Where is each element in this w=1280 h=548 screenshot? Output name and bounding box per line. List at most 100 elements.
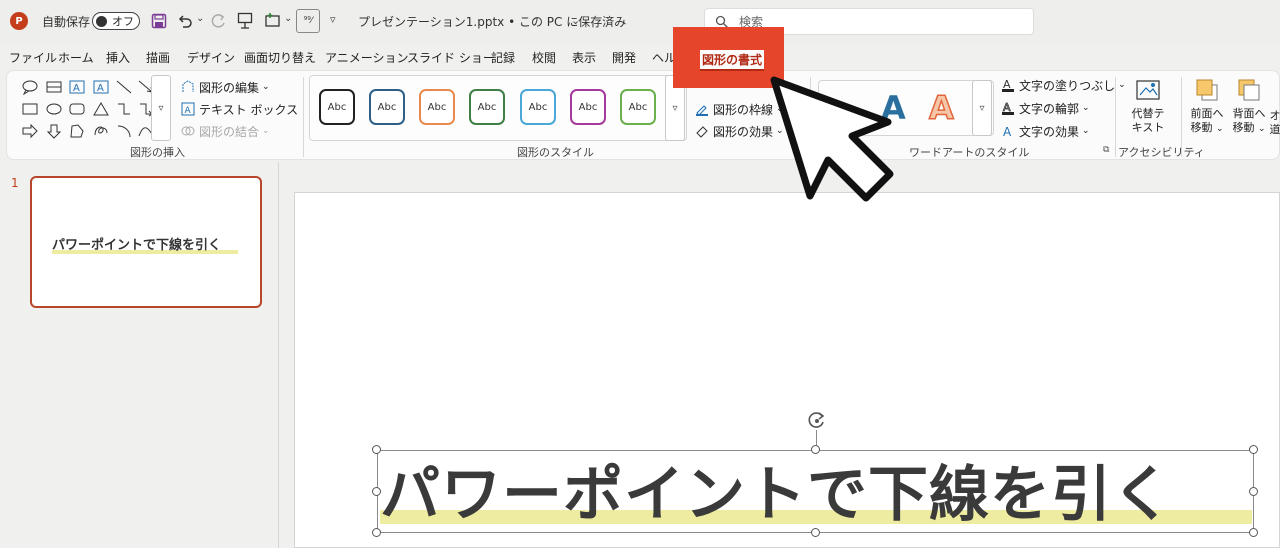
resize-handle-top-center[interactable] [811,445,820,454]
resize-handle-top-left[interactable] [372,445,381,454]
resize-handle-bottom-center[interactable] [811,528,820,537]
shape-style-4[interactable]: Abc [469,89,505,125]
redo-icon[interactable] [211,13,227,29]
alt-text-label-1: 代替テ [1131,107,1165,120]
shape-style-sample: Abc [377,101,397,113]
shape-style-sample: Abc [327,101,347,113]
text-outline-label: 文字の輪郭 [1019,101,1080,116]
resize-handle-bottom-left[interactable] [372,528,381,537]
tab-draw[interactable]: 描画 [146,46,170,70]
powerpoint-logo-icon: P [10,12,28,30]
group-label-insert-shapes: 図形の挿入 [130,146,185,159]
shape-style-1[interactable]: Abc [319,89,355,125]
autosave-toggle[interactable]: オフ [92,12,140,30]
resize-handle-bottom-right[interactable] [1249,528,1258,537]
file-chevron-icon[interactable]: ⌄ [571,14,580,27]
undo-icon[interactable] [177,13,193,29]
shape-style-6[interactable]: Abc [570,89,606,125]
tab-file[interactable]: ファイル [9,46,57,70]
svg-text:A: A [1003,125,1012,138]
text-fill-icon: A [1002,78,1014,92]
spelling-icon[interactable]: ⁹⁹⁄ [296,9,320,33]
oval-shape-icon[interactable] [45,101,63,117]
tab-shape-format[interactable]: 図形の書式 [700,50,765,71]
tab-developer[interactable]: 開発 [612,46,636,70]
resize-handle-top-right[interactable] [1249,445,1258,454]
text-box-label: テキスト ボックス [199,102,299,117]
tab-view[interactable]: 表示 [572,46,596,70]
wordart-dialog-launcher-icon[interactable]: ⧉ [1103,145,1109,155]
down-arrow-shape-icon[interactable] [45,123,63,139]
tab-insert[interactable]: 挿入 [106,46,130,70]
save-icon[interactable] [151,13,167,29]
merge-shapes-label: 図形の結合 [199,124,260,139]
arc-shape-icon[interactable] [115,123,133,139]
insert-dropdown-icon[interactable]: ⌄ [284,13,292,24]
shape-style-sample: Abc [427,101,447,113]
text-fill-dropdown-icon: ⌄ [1118,80,1126,90]
bring-forward-button[interactable]: 前面へ 移動 ⌄ [1189,77,1225,136]
file-name[interactable]: プレゼンテーション1.pptx • この PC に保存済み [358,10,626,32]
right-arrow-shape-icon[interactable] [21,123,39,139]
title-bar: P 自動保存 オフ ⌄ ⌄ ⁹⁹⁄ ▿ プレゼンテーション1.pptx • この… [0,0,1280,44]
wordart-more-button[interactable]: ▿ [972,80,992,136]
group-separator [1115,77,1116,157]
selected-textbox-frame[interactable] [377,450,1254,533]
freeform-shape-icon[interactable] [68,123,86,139]
rounded-rectangle-shape-icon[interactable] [68,101,86,117]
tab-home[interactable]: ホーム [58,46,94,70]
group-separator [1181,77,1182,157]
svg-text:A: A [73,83,80,94]
text-box-button[interactable]: A テキスト ボックス ⌄ [181,99,322,119]
text-outline-icon: A [1002,101,1014,115]
tab-record[interactable]: 記録 [491,46,515,70]
tab-transitions[interactable]: 画面切り替え [244,46,316,70]
send-backward-icon [1238,79,1260,101]
text-effects-icon: A [1003,125,1012,138]
wordart-style-orange[interactable]: A [928,88,954,128]
selection-pane-button-partial[interactable]: オ 道 [1269,109,1280,137]
tab-review[interactable]: 校閲 [532,46,556,70]
tab-design[interactable]: デザイン [187,46,235,70]
shapes-gallery[interactable]: A A [21,77,156,141]
line-shape-icon[interactable] [115,79,133,95]
edit-shape-dropdown-icon: ⌄ [262,82,270,92]
text-box-shape-icon[interactable]: A [68,79,86,95]
text-outline-dropdown-icon: ⌄ [1082,103,1090,113]
shape-style-7[interactable]: Abc [620,89,656,125]
rotate-handle-icon[interactable] [806,410,828,432]
insert-slide-icon[interactable] [264,12,282,30]
tab-animations[interactable]: アニメーション [325,46,409,70]
tab-slideshow[interactable]: スライド ショー [407,46,495,70]
shape-style-3[interactable]: Abc [419,89,455,125]
customize-toolbar-icon[interactable]: ▿ [330,13,336,26]
alt-text-button[interactable]: 代替テ キスト [1128,79,1168,135]
shape-style-5[interactable]: Abc [520,89,556,125]
shapes-gallery-more-button[interactable]: ▿ [151,75,171,141]
text-fill-button[interactable]: A 文字の塗りつぶし ⌄ [1001,75,1126,95]
shape-style-sample: Abc [578,101,598,113]
send-backward-button[interactable]: 背面へ 移動 ⌄ [1231,77,1267,136]
thumbnail-title: パワーポイントで下線を引く [52,238,222,253]
present-from-beginning-icon[interactable] [237,12,253,30]
scribble-shape-icon[interactable] [92,123,110,139]
slide-thumbnail[interactable]: パワーポイントで下線を引く [30,176,262,308]
triangle-shape-icon[interactable] [92,101,110,117]
rectangle-shape-icon[interactable] [21,101,39,117]
elbow-connector-shape-icon[interactable] [115,101,133,117]
slide-number: 1 [11,176,19,190]
text-outline-button[interactable]: A 文字の輪郭 ⌄ [1001,98,1090,118]
merge-shapes-button[interactable]: 図形の結合 ⌄ [181,121,270,141]
vertical-text-box-shape-icon[interactable]: A [92,79,110,95]
shape-style-2[interactable]: Abc [369,89,405,125]
rectangle-list-shape-icon[interactable] [45,79,63,95]
undo-dropdown-icon[interactable]: ⌄ [196,13,204,24]
text-effects-button[interactable]: A 文字の効果 ⌄ [1001,121,1090,141]
speech-bubble-shape-icon[interactable] [21,79,39,95]
edit-shape-button[interactable]: 図形の編集 ⌄ [181,77,270,97]
resize-handle-middle-right[interactable] [1249,487,1258,496]
resize-handle-middle-left[interactable] [372,487,381,496]
merge-shapes-dropdown-icon: ⌄ [262,126,270,136]
edit-shape-icon [182,80,194,92]
pane-splitter[interactable] [278,162,279,548]
